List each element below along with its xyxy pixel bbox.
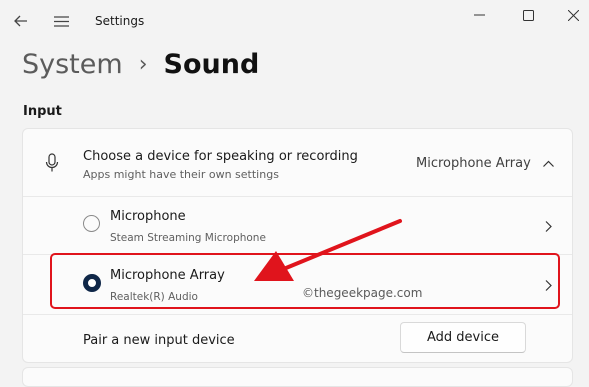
add-device-button[interactable]: Add device — [400, 322, 526, 353]
close-icon — [567, 9, 579, 21]
back-arrow-icon — [14, 15, 27, 27]
chevron-right-icon[interactable] — [545, 221, 552, 232]
window-title: Settings — [95, 14, 145, 28]
chooser-subtitle: Apps might have their own settings — [83, 168, 279, 181]
page-title: Sound — [163, 48, 260, 80]
selected-device-value: Microphone Array — [416, 156, 531, 171]
annotation-arrow-icon — [254, 219, 402, 281]
watermark: ©thegeekpage.com — [302, 286, 423, 300]
breadcrumb-separator-icon: › — [138, 51, 148, 77]
pair-device-row: Pair a new input device Add device — [23, 314, 572, 365]
device-chooser-header[interactable]: Choose a device for speaking or recordin… — [23, 129, 572, 196]
breadcrumb: System › Sound — [22, 44, 259, 84]
radio-button-unselected[interactable] — [83, 215, 100, 232]
hamburger-menu-icon — [53, 15, 69, 27]
pair-device-label: Pair a new input device — [83, 333, 235, 348]
maximize-button[interactable] — [511, 4, 545, 26]
menu-button[interactable] — [50, 10, 72, 32]
minimize-icon — [473, 14, 485, 16]
next-settings-card — [22, 367, 573, 387]
breadcrumb-parent[interactable]: System — [22, 49, 123, 80]
maximize-icon — [522, 9, 534, 21]
section-heading: Input — [23, 104, 62, 119]
device-detail: Steam Streaming Microphone — [110, 232, 266, 244]
chooser-title: Choose a device for speaking or recordin… — [83, 149, 358, 164]
close-button[interactable] — [556, 4, 589, 26]
chevron-up-icon[interactable] — [543, 160, 554, 167]
microphone-icon — [45, 153, 59, 172]
back-button[interactable] — [10, 10, 32, 32]
minimize-button[interactable] — [462, 4, 496, 26]
device-name: Microphone — [110, 209, 186, 224]
